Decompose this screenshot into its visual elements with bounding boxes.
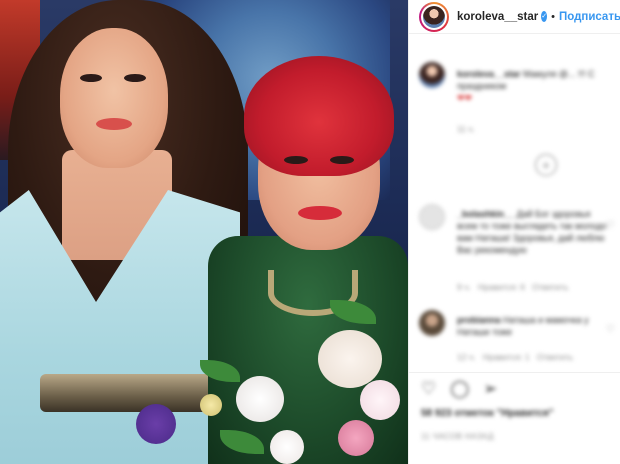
eye-right xyxy=(124,74,146,82)
eye-left xyxy=(284,156,308,164)
bouquet-flower xyxy=(270,430,304,464)
comment-like-icon[interactable]: ♡ xyxy=(606,324,615,335)
verified-badge-icon: ✓ xyxy=(541,11,548,22)
username-link[interactable]: koroleva__star xyxy=(457,11,538,23)
eye-left xyxy=(80,74,102,82)
bouquet-flower xyxy=(200,394,222,416)
bouquet-flower xyxy=(338,420,374,456)
avatar[interactable] xyxy=(419,1,449,32)
woman-left-lips xyxy=(96,118,132,130)
post-header: koroleva__star ✓ • Подписаться xyxy=(409,0,620,34)
comment-meta: 9 ч. Нравится: 6 Ответить xyxy=(457,282,568,292)
caption-block: koroleva__star Мамуля @... !!! С праздни… xyxy=(419,58,615,138)
divider xyxy=(409,372,620,373)
share-icon[interactable]: ➢ xyxy=(483,380,497,397)
eye-right xyxy=(330,156,354,164)
comment-time: 12 ч. xyxy=(457,352,476,362)
comment-avatar[interactable] xyxy=(419,310,445,336)
comment-likes[interactable]: Нравится: 1 xyxy=(483,352,530,362)
reply-button[interactable]: Ответить xyxy=(537,352,573,362)
post-side-panel: koroleva__star ✓ • Подписаться koroleva_… xyxy=(408,0,620,464)
comment-username[interactable]: _bolashkin__ xyxy=(457,209,514,219)
post-date: 11 ЧАСОВ НАЗАД xyxy=(421,432,494,441)
heart-icon[interactable]: ♡ xyxy=(421,380,436,397)
comment-like-icon[interactable]: ♡ xyxy=(606,220,615,231)
avatar-image xyxy=(423,5,445,28)
comment-text: probianna Наташа и мамочка у Наташи тоже xyxy=(457,314,607,338)
woman-right-hair xyxy=(244,56,394,176)
post-actions: ♡ ◯ ➢ xyxy=(421,380,498,397)
bouquet-flower xyxy=(318,330,382,388)
bouquet-flower xyxy=(360,380,400,420)
follow-button[interactable]: Подписаться xyxy=(559,11,620,23)
likes-count[interactable]: 58 923 отметок "Нравится" xyxy=(421,408,553,419)
load-more-comments-icon[interactable]: + xyxy=(535,154,557,176)
caption-emoji: ❤❤ xyxy=(457,93,473,103)
woman-right-lips xyxy=(298,206,342,220)
bouquet-flower xyxy=(136,404,176,444)
bouquet-flower xyxy=(236,376,284,422)
caption-username[interactable]: koroleva__star xyxy=(457,69,521,79)
comment-likes[interactable]: Нравится: 6 xyxy=(478,282,525,292)
comment-avatar[interactable] xyxy=(419,204,445,230)
comment-item: _bolashkin__ Дай Бог здоровья всем то то… xyxy=(419,200,615,300)
woman-left-face xyxy=(60,28,168,168)
comment-item: probianna Наташа и мамочка у Наташи тоже… xyxy=(419,308,615,370)
reply-button[interactable]: Ответить xyxy=(532,282,568,292)
caption-time: 11 ч. xyxy=(457,124,475,134)
post-photo[interactable] xyxy=(0,0,408,464)
comment-icon[interactable]: ◯ xyxy=(450,380,469,397)
comment-meta: 12 ч. Нравится: 1 Ответить xyxy=(457,352,573,362)
comment-text: _bolashkin__ Дай Бог здоровья всем то то… xyxy=(457,208,607,256)
comment-username[interactable]: probianna xyxy=(457,315,501,325)
separator-dot: • xyxy=(551,10,555,23)
comment-time: 9 ч. xyxy=(457,282,471,292)
caption-text: koroleva__star Мамуля @... !!! С праздни… xyxy=(457,68,607,104)
caption-avatar[interactable] xyxy=(419,62,445,88)
